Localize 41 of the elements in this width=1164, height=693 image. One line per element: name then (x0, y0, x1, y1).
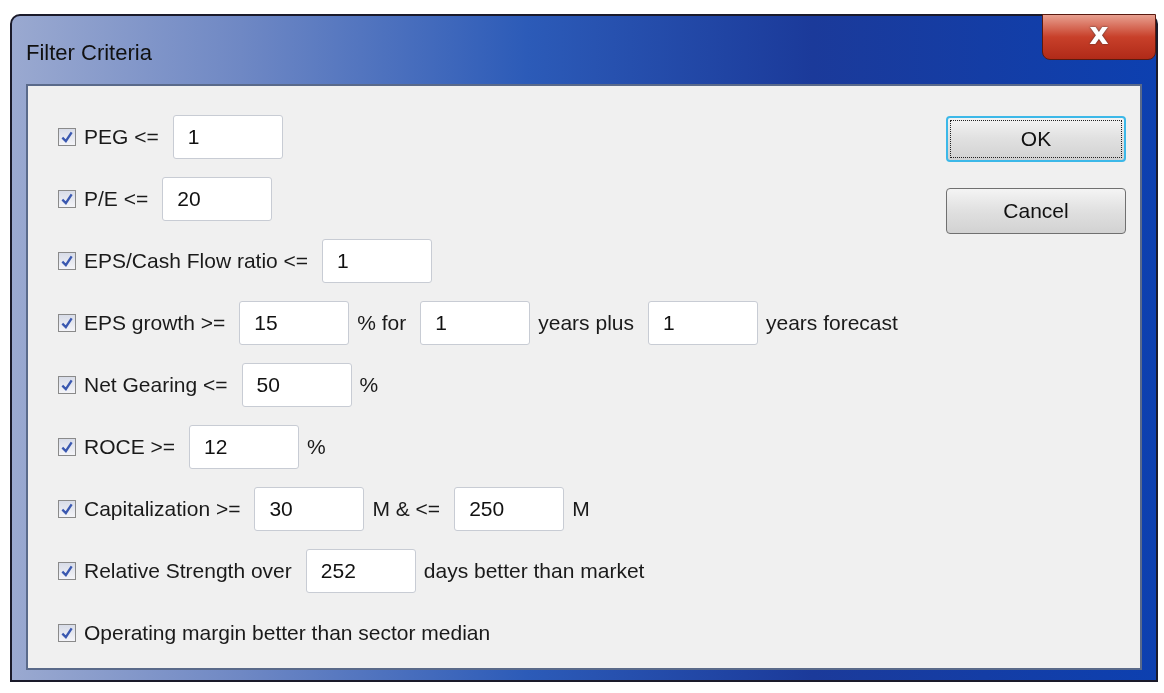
criterion-label: years plus (538, 311, 634, 335)
criterion-label: Capitalization >= (84, 497, 241, 521)
value-field[interactable]: 1 (420, 301, 531, 345)
criterion-label: ROCE >= (84, 435, 176, 459)
checkbox[interactable] (58, 190, 76, 208)
cancel-button[interactable]: Cancel (946, 188, 1126, 234)
value-field[interactable]: 20 (162, 177, 273, 221)
value-field[interactable]: 30 (254, 487, 365, 531)
checkbox[interactable] (58, 376, 76, 394)
criterion-label: M (572, 497, 590, 521)
close-button[interactable]: x (1042, 14, 1156, 60)
value-field[interactable]: 250 (454, 487, 565, 531)
value-field[interactable]: 12 (189, 425, 300, 469)
criterion-label: EPS/Cash Flow ratio <= (84, 249, 309, 273)
checkbox[interactable] (58, 438, 76, 456)
checkbox[interactable] (58, 252, 76, 270)
criterion-label: M & <= (372, 497, 441, 521)
ok-button[interactable]: OK (946, 116, 1126, 162)
criterion-label: days better than market (423, 559, 645, 583)
checkbox[interactable] (58, 562, 76, 580)
criterion-label: Relative Strength over (84, 559, 292, 583)
criterion-label: Net Gearing <= (84, 373, 228, 397)
criterion-label: % (307, 435, 326, 459)
checkbox[interactable] (58, 128, 76, 146)
value-field[interactable]: 252 (305, 549, 416, 593)
value-field[interactable]: 50 (241, 363, 352, 407)
criterion-label: % (359, 373, 379, 397)
value-field[interactable]: 1 (172, 115, 283, 159)
window-title: Filter Criteria (26, 40, 152, 66)
criterion-label: PEG <= (84, 125, 159, 149)
criterion-label: P/E <= (84, 187, 149, 211)
criterion-label: EPS growth >= (84, 311, 226, 335)
checkbox[interactable] (58, 624, 76, 642)
value-field[interactable]: 15 (239, 301, 350, 345)
value-field[interactable]: 1 (648, 301, 758, 345)
criterion-label: % for (357, 311, 407, 335)
criterion-label: Operating margin better than sector median (84, 621, 491, 645)
value-field[interactable]: 1 (322, 239, 433, 283)
checkbox[interactable] (58, 314, 76, 332)
checkbox[interactable] (58, 500, 76, 518)
criterion-label: years forecast (766, 311, 898, 335)
